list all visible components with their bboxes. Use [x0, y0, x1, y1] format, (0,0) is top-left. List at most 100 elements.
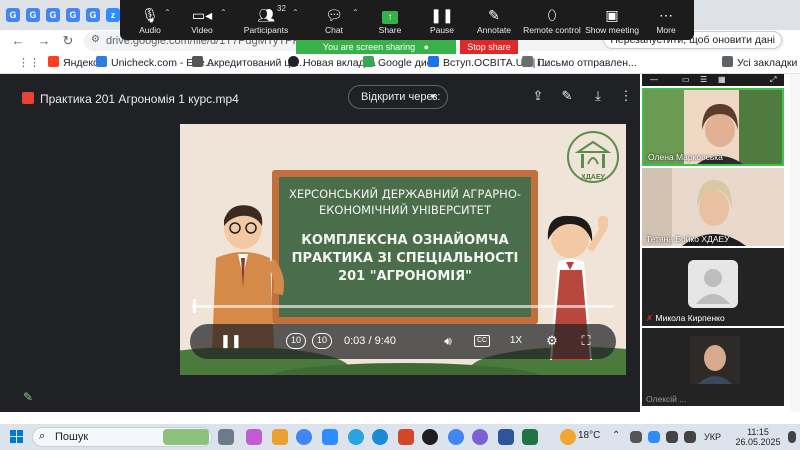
annotate-button[interactable]: ✎ Annotate	[464, 5, 524, 37]
site-info-icon[interactable]: ⚙	[91, 34, 100, 45]
google-drive-icon	[363, 56, 374, 67]
gallery-scrollbar[interactable]	[790, 74, 800, 412]
more-button[interactable]: ⋯ More	[636, 5, 696, 37]
volume-tray-icon[interactable]	[684, 431, 696, 443]
open-with-dropdown[interactable]: Відкрити через: ▼	[348, 85, 448, 109]
participants-caret-icon[interactable]: ⌃	[292, 8, 299, 17]
settings-gear-icon[interactable]: ⚙	[544, 333, 560, 349]
bookmark-item[interactable]: Яндекс	[48, 56, 98, 70]
video-caret-icon[interactable]: ⌃	[220, 8, 227, 17]
minimize-icon[interactable]: —	[650, 76, 659, 84]
chatgpt-icon[interactable]	[422, 429, 438, 445]
copilot-icon[interactable]	[246, 429, 262, 445]
participants-label: Participants	[243, 25, 289, 35]
notifications-icon[interactable]	[788, 431, 796, 443]
edge-icon[interactable]	[372, 429, 388, 445]
tray-zoom-icon[interactable]	[648, 431, 660, 443]
remote-control-button[interactable]: ⬯ Remote control	[520, 5, 584, 37]
bookmark-item[interactable]: Google диск	[363, 56, 437, 70]
google-tab-icon[interactable]: G	[66, 8, 80, 22]
gallery-view-icon[interactable]: ▦	[718, 76, 727, 84]
google-tab-icon[interactable]: G	[86, 8, 100, 22]
strip-view-icon[interactable]: ☰	[700, 76, 709, 84]
audio-caret-icon[interactable]: ⌃	[164, 8, 171, 17]
temperature-text[interactable]: 18°C	[578, 430, 600, 441]
all-bookmarks[interactable]: Усі закладки	[722, 56, 797, 70]
google-tab-icon[interactable]: G	[26, 8, 40, 22]
participant-tile[interactable]: Олена Марковська	[642, 88, 784, 166]
participant-name-row: ✗ Микола Кирпенко	[646, 313, 725, 324]
search-placeholder: Пошук	[55, 431, 89, 443]
rewind-10-button[interactable]: 10	[286, 333, 306, 349]
google-tab-icon[interactable]: G	[46, 8, 60, 22]
chrome-profile-icon[interactable]	[448, 429, 464, 445]
file-explorer-icon[interactable]	[272, 429, 288, 445]
volume-icon[interactable]: 🔊︎	[440, 333, 456, 349]
more-options-icon[interactable]: ⋮	[618, 88, 634, 104]
participant-tile[interactable]: Олексій ...	[642, 328, 784, 406]
tray-app-icon[interactable]	[630, 431, 642, 443]
zoom-tab-icon[interactable]: z	[106, 8, 120, 22]
single-view-icon[interactable]: ▭	[682, 76, 691, 84]
expand-icon[interactable]: ⤢	[770, 76, 779, 84]
pencil-edit-icon[interactable]: ✎	[18, 387, 38, 407]
video-controls: ❚❚ 10 10 0:03 / 9:40 🔊︎ CC 1X ⚙ ⛶	[190, 324, 616, 359]
language-indicator[interactable]: УКР	[704, 432, 721, 442]
participant-tile[interactable]: ✗ Микола Кирпенко	[642, 248, 784, 326]
network-icon[interactable]	[666, 431, 678, 443]
participants-button[interactable]: 👥︎ Participants	[236, 5, 296, 37]
video-label: Video	[191, 25, 213, 35]
forward-arrow-icon[interactable]: →	[36, 33, 52, 49]
google-tab-icon[interactable]: G	[6, 8, 20, 22]
zoom-app-icon[interactable]	[322, 429, 338, 445]
share-screen-icon: ↑	[360, 5, 420, 25]
reload-icon[interactable]: ↻	[60, 33, 76, 49]
drive-video-viewer: Практика 201 Агрономія 1 курс.mp4 Відкри…	[0, 74, 640, 412]
apps-grid-icon[interactable]: ⋮⋮	[18, 55, 40, 71]
back-arrow-icon[interactable]: ←	[10, 33, 26, 49]
show-meeting-label: Show meeting	[585, 25, 639, 35]
powerpoint-icon[interactable]	[398, 429, 414, 445]
bookmark-item[interactable]: Письмо отправлен...	[522, 56, 637, 70]
captions-icon[interactable]: CC	[474, 335, 490, 347]
system-clock[interactable]: 11:15 26.05.2025	[730, 427, 786, 447]
playback-speed-button[interactable]: 1X	[508, 333, 524, 349]
seek-bar[interactable]	[192, 299, 614, 313]
taskbar-search[interactable]: ⌕ Пошук	[32, 427, 212, 447]
practice-title-line-3: 201 "АГРОНОМІЯ"	[338, 269, 472, 284]
muted-mic-icon: ✗	[646, 313, 654, 323]
caret-down-icon: ▼	[429, 92, 437, 101]
pencil-icon: ✎	[488, 7, 500, 23]
rewind-label: 10	[290, 335, 301, 345]
remote-control-label: Remote control	[523, 25, 581, 35]
add-comment-icon[interactable]: ✎	[559, 88, 575, 104]
video-player[interactable]: ХЕРСОНСЬКИЙ ДЕРЖАВНИЙ АГРАРНО- ЕКОНОМІЧН…	[180, 124, 626, 375]
show-meeting-button[interactable]: ▣ Show meeting	[580, 5, 644, 37]
audio-label: Audio	[139, 25, 161, 35]
task-view-icon[interactable]	[218, 429, 234, 445]
seek-bar-thumb[interactable]	[193, 299, 197, 313]
chrome-icon[interactable]	[296, 429, 312, 445]
share-label: Share	[378, 25, 402, 35]
forward-label: 10	[316, 335, 327, 345]
tray-overflow-icon[interactable]: ⌃	[612, 430, 620, 441]
excel-icon[interactable]	[522, 429, 538, 445]
forward-10-button[interactable]: 10	[312, 333, 332, 349]
word-icon[interactable]	[498, 429, 514, 445]
participant-tile[interactable]: Тетяна Бойко ХДАЕУ	[642, 168, 784, 246]
weather-icon[interactable]	[560, 429, 576, 445]
fullscreen-icon[interactable]: ⛶	[578, 333, 594, 349]
accredited-icon	[192, 56, 203, 67]
chat-caret-icon[interactable]: ⌃	[352, 8, 359, 17]
participant-name: Олексій ...	[646, 394, 687, 404]
pause-button[interactable]: ❚❚	[220, 333, 242, 349]
share-button[interactable]: ↑ Share	[360, 5, 420, 37]
pause-share-button[interactable]: ❚❚ Pause	[412, 5, 472, 37]
windows-start-icon[interactable]	[10, 430, 24, 444]
add-to-drive-icon[interactable]: ⇪	[530, 88, 546, 104]
viber-icon[interactable]	[472, 429, 488, 445]
download-icon[interactable]: ⤓	[590, 88, 606, 104]
audio-button[interactable]: 🎙︎ Audio	[120, 5, 180, 37]
telegram-icon[interactable]	[348, 429, 364, 445]
stop-share-button[interactable]: Stop share	[460, 40, 518, 54]
